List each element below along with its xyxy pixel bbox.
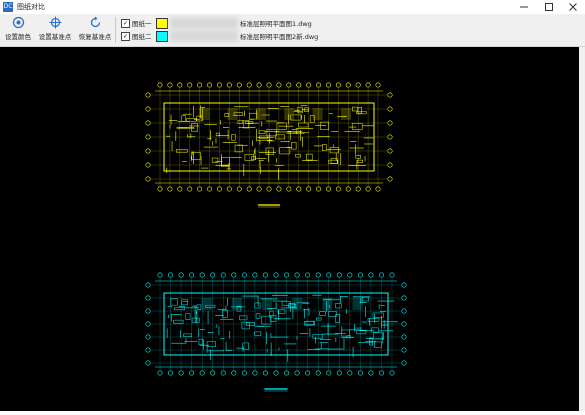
drawing-one-label: 图纸一 (132, 20, 152, 28)
minimize-icon (520, 6, 528, 8)
restore-base-point-button[interactable]: 恢复基准点 (79, 16, 111, 41)
drawing-two-label: 图纸二 (132, 33, 152, 41)
redacted-path (170, 30, 238, 42)
close-icon (569, 3, 577, 11)
drawing-two-color-swatch[interactable] (155, 30, 168, 42)
drawing-one-plan (145, 82, 393, 208)
drawing-two-row: ✓ 图纸二 (121, 30, 168, 42)
window-title: 图纸对比 (17, 3, 45, 11)
drawing-canvas[interactable] (0, 47, 585, 411)
close-button[interactable] (561, 0, 585, 14)
restore-base-point-label: 恢复基准点 (78, 33, 112, 41)
toolbar: 设置颜色 设置基准点 恢复基准点 ✓ 图纸一 标准层照明平面图1.dwg ✓ 图… (0, 14, 585, 47)
maximize-button[interactable] (537, 0, 561, 14)
redacted-path (170, 17, 238, 29)
title-bar: DC 图纸对比 (0, 0, 585, 14)
app-icon: DC (3, 2, 13, 12)
maximize-icon (545, 3, 553, 11)
set-base-point-label: 设置基准点 (38, 33, 72, 41)
drawing-one-color-swatch[interactable] (155, 17, 168, 29)
crosshair-icon (49, 16, 61, 29)
drawing-two-plan (145, 272, 407, 392)
drawing-one-row: ✓ 图纸一 (121, 17, 168, 29)
set-base-point-button[interactable]: 设置基准点 (39, 16, 71, 41)
color-settings-icon (12, 16, 24, 29)
drawing-two-filename: 标准层照明平面图2新.dwg (240, 33, 319, 41)
vertical-scrollbar[interactable] (579, 47, 585, 411)
drawing-one-filename: 标准层照明平面图1.dwg (240, 20, 312, 28)
cad-drawing-overlay (145, 82, 407, 392)
drawing-one-checkbox[interactable]: ✓ (121, 18, 130, 28)
minimize-button[interactable] (512, 0, 536, 14)
set-color-button[interactable]: 设置颜色 (5, 16, 31, 41)
drawing-two-checkbox[interactable]: ✓ (121, 31, 130, 41)
reset-icon (90, 16, 100, 28)
toolbar-separator (115, 17, 116, 43)
set-color-label: 设置颜色 (5, 33, 31, 41)
